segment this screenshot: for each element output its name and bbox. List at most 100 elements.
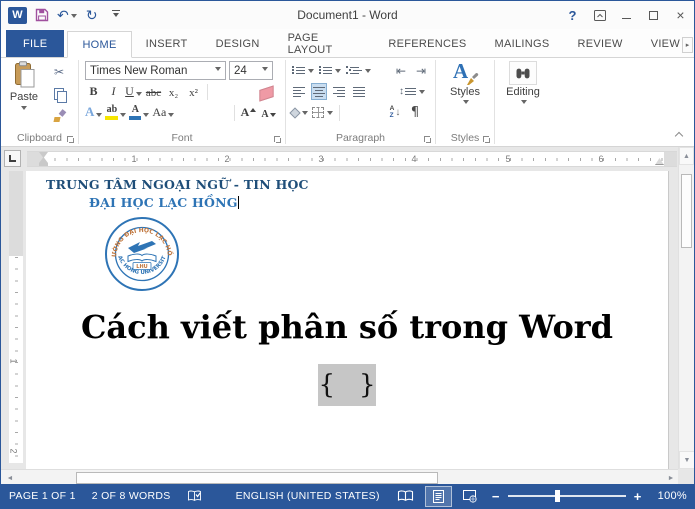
tab-review[interactable]: REVIEW	[563, 30, 636, 57]
help-icon: ?	[569, 8, 577, 23]
font-color-button[interactable]: A	[129, 104, 149, 122]
numbering-button[interactable]	[318, 62, 341, 79]
italic-button[interactable]: I	[105, 83, 122, 101]
scroll-up-button[interactable]: ▲	[679, 147, 694, 165]
paste-button[interactable]: Paste	[5, 61, 43, 129]
document-heading[interactable]: Cách viết phân số trong Word	[26, 308, 668, 346]
zoom-slider-thumb[interactable]	[555, 490, 560, 502]
bullets-button[interactable]	[291, 62, 314, 79]
scroll-down-button[interactable]: ▼	[679, 451, 695, 469]
increase-indent-button[interactable]: ⇥	[413, 62, 429, 79]
header-line-1[interactable]: TRUNG TÂM NGOẠI NGỮ - TIN HỌC	[46, 177, 668, 192]
customize-quick-access-button[interactable]	[107, 4, 125, 26]
multilevel-list-button[interactable]	[345, 62, 371, 79]
clipboard-small-buttons: ✂	[47, 63, 71, 125]
copy-button[interactable]	[47, 85, 71, 103]
decrease-indent-button[interactable]: ⇤	[393, 62, 409, 79]
ribbon-display-options-button[interactable]	[586, 1, 613, 29]
align-left-button[interactable]	[291, 83, 307, 100]
align-center-button[interactable]	[311, 83, 327, 100]
collapse-ribbon-button[interactable]	[673, 131, 685, 141]
font-group-label: Font	[79, 132, 285, 145]
show-hide-button[interactable]: ¶	[407, 104, 423, 121]
font-color-bar	[129, 116, 141, 120]
status-bar: PAGE 1 OF 1 2 OF 8 WORDS ENGLISH (UNITED…	[1, 484, 694, 508]
header-line-2[interactable]: ĐẠI HỌC LẠC HỒNG	[89, 195, 668, 210]
tab-home[interactable]: HOME	[67, 31, 131, 58]
font-name-combobox[interactable]: Times New Roman	[85, 61, 226, 80]
ribbon-tabs: FILE HOME INSERT DESIGN PAGE LAYOUT REFE…	[1, 29, 694, 58]
zoom-percentage[interactable]: 100%	[650, 490, 687, 502]
page[interactable]: TRUNG TÂM NGOẠI NGỮ - TIN HỌC ĐẠI HỌC LẠ…	[26, 171, 669, 469]
subscript-button[interactable]: x₂	[165, 83, 182, 101]
sort-button[interactable]: AZ↓	[387, 104, 403, 121]
editing-button[interactable]: Editing	[495, 61, 551, 107]
page-number-status[interactable]: PAGE 1 OF 1	[1, 484, 84, 508]
maximize-button[interactable]	[640, 1, 667, 29]
underline-button[interactable]: U	[125, 83, 142, 101]
shading-button[interactable]	[291, 104, 308, 121]
tab-stop-selector[interactable]	[4, 150, 21, 167]
redo-button[interactable]: ↻	[83, 4, 101, 26]
styles-button[interactable]: A Styles	[436, 61, 494, 107]
close-button[interactable]: ×	[667, 1, 694, 29]
paste-dropdown-arrow	[21, 106, 27, 113]
line-spacing-button[interactable]: ↕	[399, 83, 425, 100]
field-code-box[interactable]: { }	[318, 364, 376, 406]
web-layout-button[interactable]	[456, 487, 484, 506]
vertical-scrollbar-thumb[interactable]	[681, 174, 692, 248]
tab-references[interactable]: REFERENCES	[374, 30, 480, 57]
read-mode-button[interactable]	[390, 487, 421, 505]
word-count-status[interactable]: 2 OF 8 WORDS	[84, 484, 179, 508]
tab-design[interactable]: DESIGN	[202, 30, 274, 57]
paragraph-dialog-launcher[interactable]	[422, 134, 433, 145]
borders-button[interactable]	[312, 104, 333, 121]
zoom-in-button[interactable]: +	[630, 489, 646, 504]
shrink-font-button[interactable]: A	[260, 104, 277, 122]
chevron-down-icon	[136, 92, 142, 99]
bold-button[interactable]: B	[85, 83, 102, 101]
document-canvas: 1 2 TRUNG TÂM NGOẠI NGỮ - TIN HỌC ĐẠI HỌ…	[1, 171, 680, 469]
superscript-button[interactable]: x²	[185, 83, 202, 101]
print-layout-button[interactable]	[425, 486, 452, 507]
horizontal-ruler[interactable]: 1 2 3 4 5 6	[27, 151, 677, 167]
minimize-button[interactable]	[613, 1, 640, 29]
tab-file[interactable]: FILE	[6, 30, 64, 57]
vertical-ruler[interactable]: 1 2	[9, 171, 23, 463]
font-dialog-launcher[interactable]	[272, 134, 283, 145]
binoculars-icon	[515, 67, 531, 80]
save-button[interactable]	[33, 4, 51, 26]
paste-label: Paste	[10, 91, 38, 103]
proofing-status-button[interactable]	[179, 484, 210, 508]
vertical-scrollbar[interactable]: ▲ ▼	[678, 147, 694, 469]
tab-page-layout[interactable]: PAGE LAYOUT	[274, 30, 375, 57]
clear-formatting-button[interactable]	[258, 83, 275, 101]
grow-font-button[interactable]: A	[240, 104, 257, 122]
tab-mailings[interactable]: MAILINGS	[481, 30, 564, 57]
format-painter-button[interactable]	[47, 107, 71, 125]
chevron-down-icon	[365, 69, 371, 76]
word-logo-icon[interactable]: W	[8, 4, 27, 26]
left-indent-marker[interactable]	[39, 163, 48, 166]
university-logo[interactable]: TRƯỜNG ĐẠI HỌC LẠC HỒNG LAC HONG UNIVERS…	[104, 216, 180, 292]
text-effects-button[interactable]: A	[85, 104, 102, 122]
highlight-button[interactable]: ab	[105, 104, 126, 122]
zoom-slider[interactable]	[508, 495, 626, 497]
language-status[interactable]: ENGLISH (UNITED STATES)	[228, 484, 388, 508]
ribbon: Paste ✂ Clipboard Times New Roman 24	[1, 58, 694, 147]
tab-insert[interactable]: INSERT	[132, 30, 202, 57]
chevron-down-icon	[215, 67, 221, 74]
zoom-out-button[interactable]: −	[488, 489, 504, 504]
strikethrough-button[interactable]: abc	[145, 83, 162, 101]
horizontal-scrollbar-thumb[interactable]	[76, 472, 438, 484]
change-case-button[interactable]: Aa	[152, 104, 174, 122]
clipboard-dialog-launcher[interactable]	[65, 134, 76, 145]
justify-button[interactable]	[351, 83, 367, 100]
cut-button[interactable]: ✂	[47, 63, 71, 81]
align-right-button[interactable]	[331, 83, 347, 100]
tab-scroll-arrow[interactable]: ▸	[682, 37, 693, 53]
font-size-combobox[interactable]: 24	[229, 61, 273, 80]
help-button[interactable]: ?	[559, 1, 586, 29]
undo-button[interactable]: ↶	[57, 4, 77, 26]
styles-dialog-launcher[interactable]	[481, 134, 492, 145]
